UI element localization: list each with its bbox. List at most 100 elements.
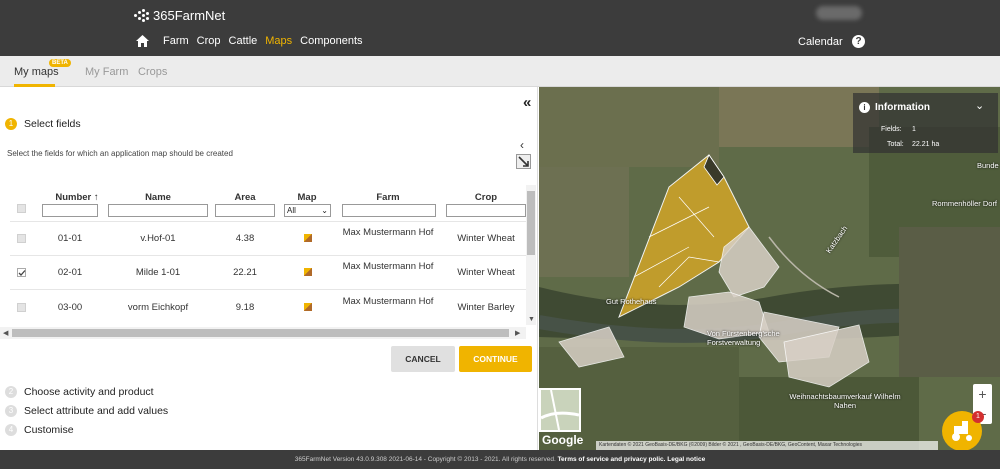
- footer-links[interactable]: Terms of service and privacy polic. Lega…: [558, 456, 706, 463]
- row-checkbox[interactable]: [17, 303, 26, 312]
- column-header-crop[interactable]: Crop: [446, 192, 526, 203]
- step-label: Select fields: [24, 118, 81, 130]
- column-header-map[interactable]: Map: [282, 192, 332, 203]
- map-attribution: Kartendaten © 2021 GeoBasis-DE/BKG (©200…: [596, 441, 938, 450]
- step-label: Select attribute and add values: [24, 405, 169, 417]
- info-total-value: 22.21 ha: [912, 141, 940, 148]
- column-header-farm[interactable]: Farm: [340, 192, 436, 203]
- nav-item-farm[interactable]: Farm: [163, 35, 189, 47]
- farm-filter-input[interactable]: [342, 204, 436, 217]
- step-choose-activity[interactable]: 2 Choose activity and product: [5, 386, 154, 398]
- logo-text: 365FarmNet: [153, 8, 226, 23]
- step-select-fields[interactable]: 1 Select fields: [5, 118, 81, 130]
- column-header-name[interactable]: Name: [108, 192, 208, 203]
- notification-badge: 1: [972, 411, 984, 423]
- chevron-down-icon: ⌄: [321, 206, 328, 215]
- row-divider: [10, 255, 526, 256]
- step-customise[interactable]: 4 Customise: [5, 424, 74, 436]
- cell-name: vorm Eichkopf: [127, 302, 189, 313]
- field-map-icon[interactable]: [304, 234, 312, 242]
- collapse-panel-button[interactable]: «: [523, 94, 531, 111]
- cell-crop: Winter Wheat: [457, 267, 515, 278]
- scroll-right-icon[interactable]: ▶: [515, 329, 520, 337]
- scroll-down-icon[interactable]: ▼: [528, 316, 535, 323]
- cell-crop: Winter Wheat: [457, 233, 515, 244]
- tab-crops[interactable]: Crops: [138, 66, 167, 78]
- column-header-number[interactable]: Number ↑: [42, 192, 112, 203]
- info-fields-value: 1: [912, 126, 916, 133]
- select-all-checkbox[interactable]: [17, 204, 26, 213]
- map-label: Gut Rothehaus: [606, 297, 657, 306]
- row-checkbox-checked[interactable]: [17, 268, 26, 277]
- info-total-label: Total:: [887, 141, 904, 148]
- header-divider: [10, 221, 526, 222]
- calendar-link[interactable]: Calendar: [798, 36, 843, 48]
- nav-item-cattle[interactable]: Cattle: [229, 35, 258, 47]
- tab-my-maps[interactable]: My maps: [14, 66, 59, 78]
- footer-copyright: 365FarmNet Version 43.0.9.308 2021-06-14…: [294, 456, 556, 463]
- chevron-left-icon[interactable]: ‹: [520, 138, 524, 152]
- cell-area: 22.21: [233, 267, 257, 278]
- continue-button[interactable]: CONTINUE: [459, 346, 532, 372]
- map-label: Bunde: [977, 161, 999, 170]
- scroll-left-icon[interactable]: ◀: [3, 329, 8, 337]
- cancel-button[interactable]: CANCEL: [391, 346, 455, 372]
- row-checkbox[interactable]: [17, 234, 26, 243]
- step-label: Choose activity and product: [24, 386, 154, 398]
- map-label: Von Fürstenberg'sche Forstverwaltung: [707, 329, 780, 347]
- table-vertical-scrollbar[interactable]: ▼: [526, 185, 536, 325]
- step-number: 4: [5, 424, 17, 436]
- cell-number: 01-01: [57, 233, 83, 244]
- name-filter-input[interactable]: [108, 204, 208, 217]
- app-logo[interactable]: 365FarmNet: [134, 8, 225, 23]
- map-label: Weihnachtsbaumverkauf Wilhelm Nahen: [789, 392, 901, 410]
- fields-table: Number ↑ Name Area Map Farm Crop All ⌄ 0…: [10, 185, 526, 315]
- area-filter-input[interactable]: [215, 204, 275, 217]
- beta-badge: BETA: [49, 59, 71, 67]
- crop-filter-input[interactable]: [446, 204, 526, 217]
- instruction-text: Select the fields for which an applicati…: [7, 149, 233, 158]
- cell-number: 03-00: [57, 302, 83, 313]
- home-icon[interactable]: [136, 35, 150, 47]
- user-name-blurred[interactable]: [816, 6, 862, 20]
- cell-number: 02-01: [57, 267, 83, 278]
- step-select-attribute[interactable]: 3 Select attribute and add values: [5, 405, 168, 417]
- nav-item-crop[interactable]: Crop: [197, 35, 221, 47]
- scrollbar-thumb[interactable]: [527, 191, 535, 255]
- sub-tabs: My maps BETA My Farm Crops: [0, 56, 1000, 87]
- field-map-icon[interactable]: [304, 268, 312, 276]
- cell-area: 9.18: [235, 302, 255, 313]
- map-type-toggle[interactable]: [539, 388, 581, 432]
- footer: 365FarmNet Version 43.0.9.308 2021-06-14…: [0, 450, 1000, 469]
- main-nav: Farm Crop Cattle Maps Components: [136, 35, 371, 47]
- zoom-in-button[interactable]: +: [973, 384, 992, 404]
- cell-crop: Winter Barley: [457, 302, 515, 313]
- scrollbar-thumb[interactable]: [12, 329, 509, 337]
- cell-area: 4.38: [235, 233, 255, 244]
- expand-map-icon[interactable]: [516, 154, 531, 169]
- row-divider: [10, 289, 526, 290]
- chevron-down-icon[interactable]: ⌄: [975, 99, 984, 112]
- info-icon: i: [859, 102, 870, 113]
- table-horizontal-scrollbar[interactable]: ◀ ▶: [0, 327, 526, 339]
- field-map-icon[interactable]: [304, 303, 312, 311]
- column-header-area[interactable]: Area: [215, 192, 275, 203]
- map-filter-value: All: [287, 206, 296, 215]
- wizard-panel: « 1 Select fields Select the fields for …: [0, 87, 538, 450]
- help-icon[interactable]: ?: [852, 35, 865, 48]
- step-number: 3: [5, 405, 17, 417]
- info-fields-label: Fields:: [881, 126, 902, 133]
- nav-item-maps[interactable]: Maps: [265, 35, 292, 47]
- info-title: Information: [875, 102, 930, 113]
- number-filter-input[interactable]: [42, 204, 98, 217]
- tab-my-farm[interactable]: My Farm: [85, 66, 128, 78]
- cell-farm: Max Mustermann Hof: [342, 261, 434, 272]
- cell-name: v.Hof-01: [140, 233, 176, 244]
- nav-item-components[interactable]: Components: [300, 35, 362, 47]
- cell-farm: Max Mustermann Hof: [342, 296, 434, 307]
- cell-name: Milde 1-01: [135, 267, 181, 278]
- cell-farm: Max Mustermann Hof: [342, 227, 434, 238]
- map-label: Rommenhöller Dorf: [932, 199, 998, 208]
- map-filter-select[interactable]: All ⌄: [284, 204, 331, 217]
- tractor-action-button[interactable]: 1: [942, 411, 984, 451]
